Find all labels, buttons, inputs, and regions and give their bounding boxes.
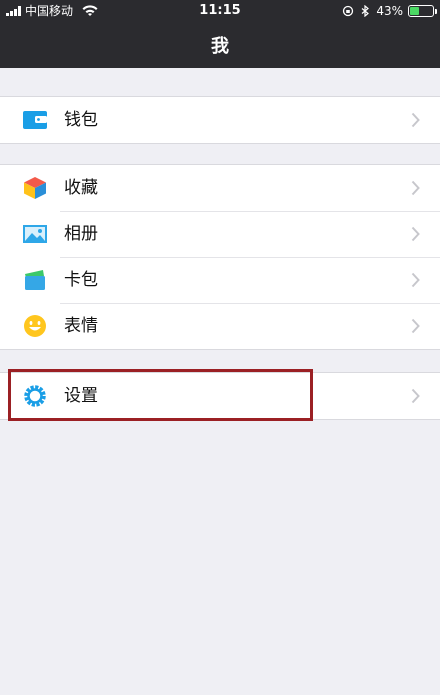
battery-level-fill: [410, 7, 420, 15]
navigation-header: 中国移动 11:15 43% 我: [0, 0, 440, 68]
battery-icon: [408, 5, 437, 17]
chevron-right-icon: [411, 180, 420, 196]
menu-item-label: 收藏: [64, 178, 98, 198]
chevron-right-icon: [411, 226, 420, 242]
menu-item-card-pack[interactable]: 卡包: [0, 257, 440, 303]
menu-group-main: 收藏 相册 卡包 表情: [0, 164, 440, 350]
menu-item-label: 卡包: [64, 270, 98, 290]
smiley-face-icon: [24, 315, 46, 337]
card-pack-icon: [25, 270, 45, 290]
settings-highlight-box: [8, 369, 313, 421]
menu-item-label: 表情: [64, 316, 98, 336]
chevron-right-icon: [411, 388, 420, 404]
wallet-icon: [23, 111, 47, 129]
rotation-lock-icon: [343, 5, 354, 17]
page-title: 我: [211, 36, 229, 57]
menu-item-label: 钱包: [64, 110, 98, 130]
bluetooth-icon: [361, 5, 370, 17]
menu-item-favorites[interactable]: 收藏: [0, 165, 440, 211]
chevron-right-icon: [411, 318, 420, 334]
menu-item-label: 相册: [64, 224, 98, 244]
chevron-right-icon: [411, 112, 420, 128]
chevron-right-icon: [411, 272, 420, 288]
status-right: 43%: [342, 4, 437, 18]
menu-item-wallet[interactable]: 钱包: [0, 97, 440, 143]
status-bar: 中国移动 11:15 43%: [0, 0, 440, 22]
menu-item-album[interactable]: 相册: [0, 211, 440, 257]
menu-item-stickers[interactable]: 表情: [0, 303, 440, 349]
menu-group-wallet: 钱包: [0, 96, 440, 144]
favorites-cube-icon: [24, 177, 46, 199]
battery-percentage: 43%: [376, 4, 403, 18]
album-picture-icon: [23, 225, 47, 243]
